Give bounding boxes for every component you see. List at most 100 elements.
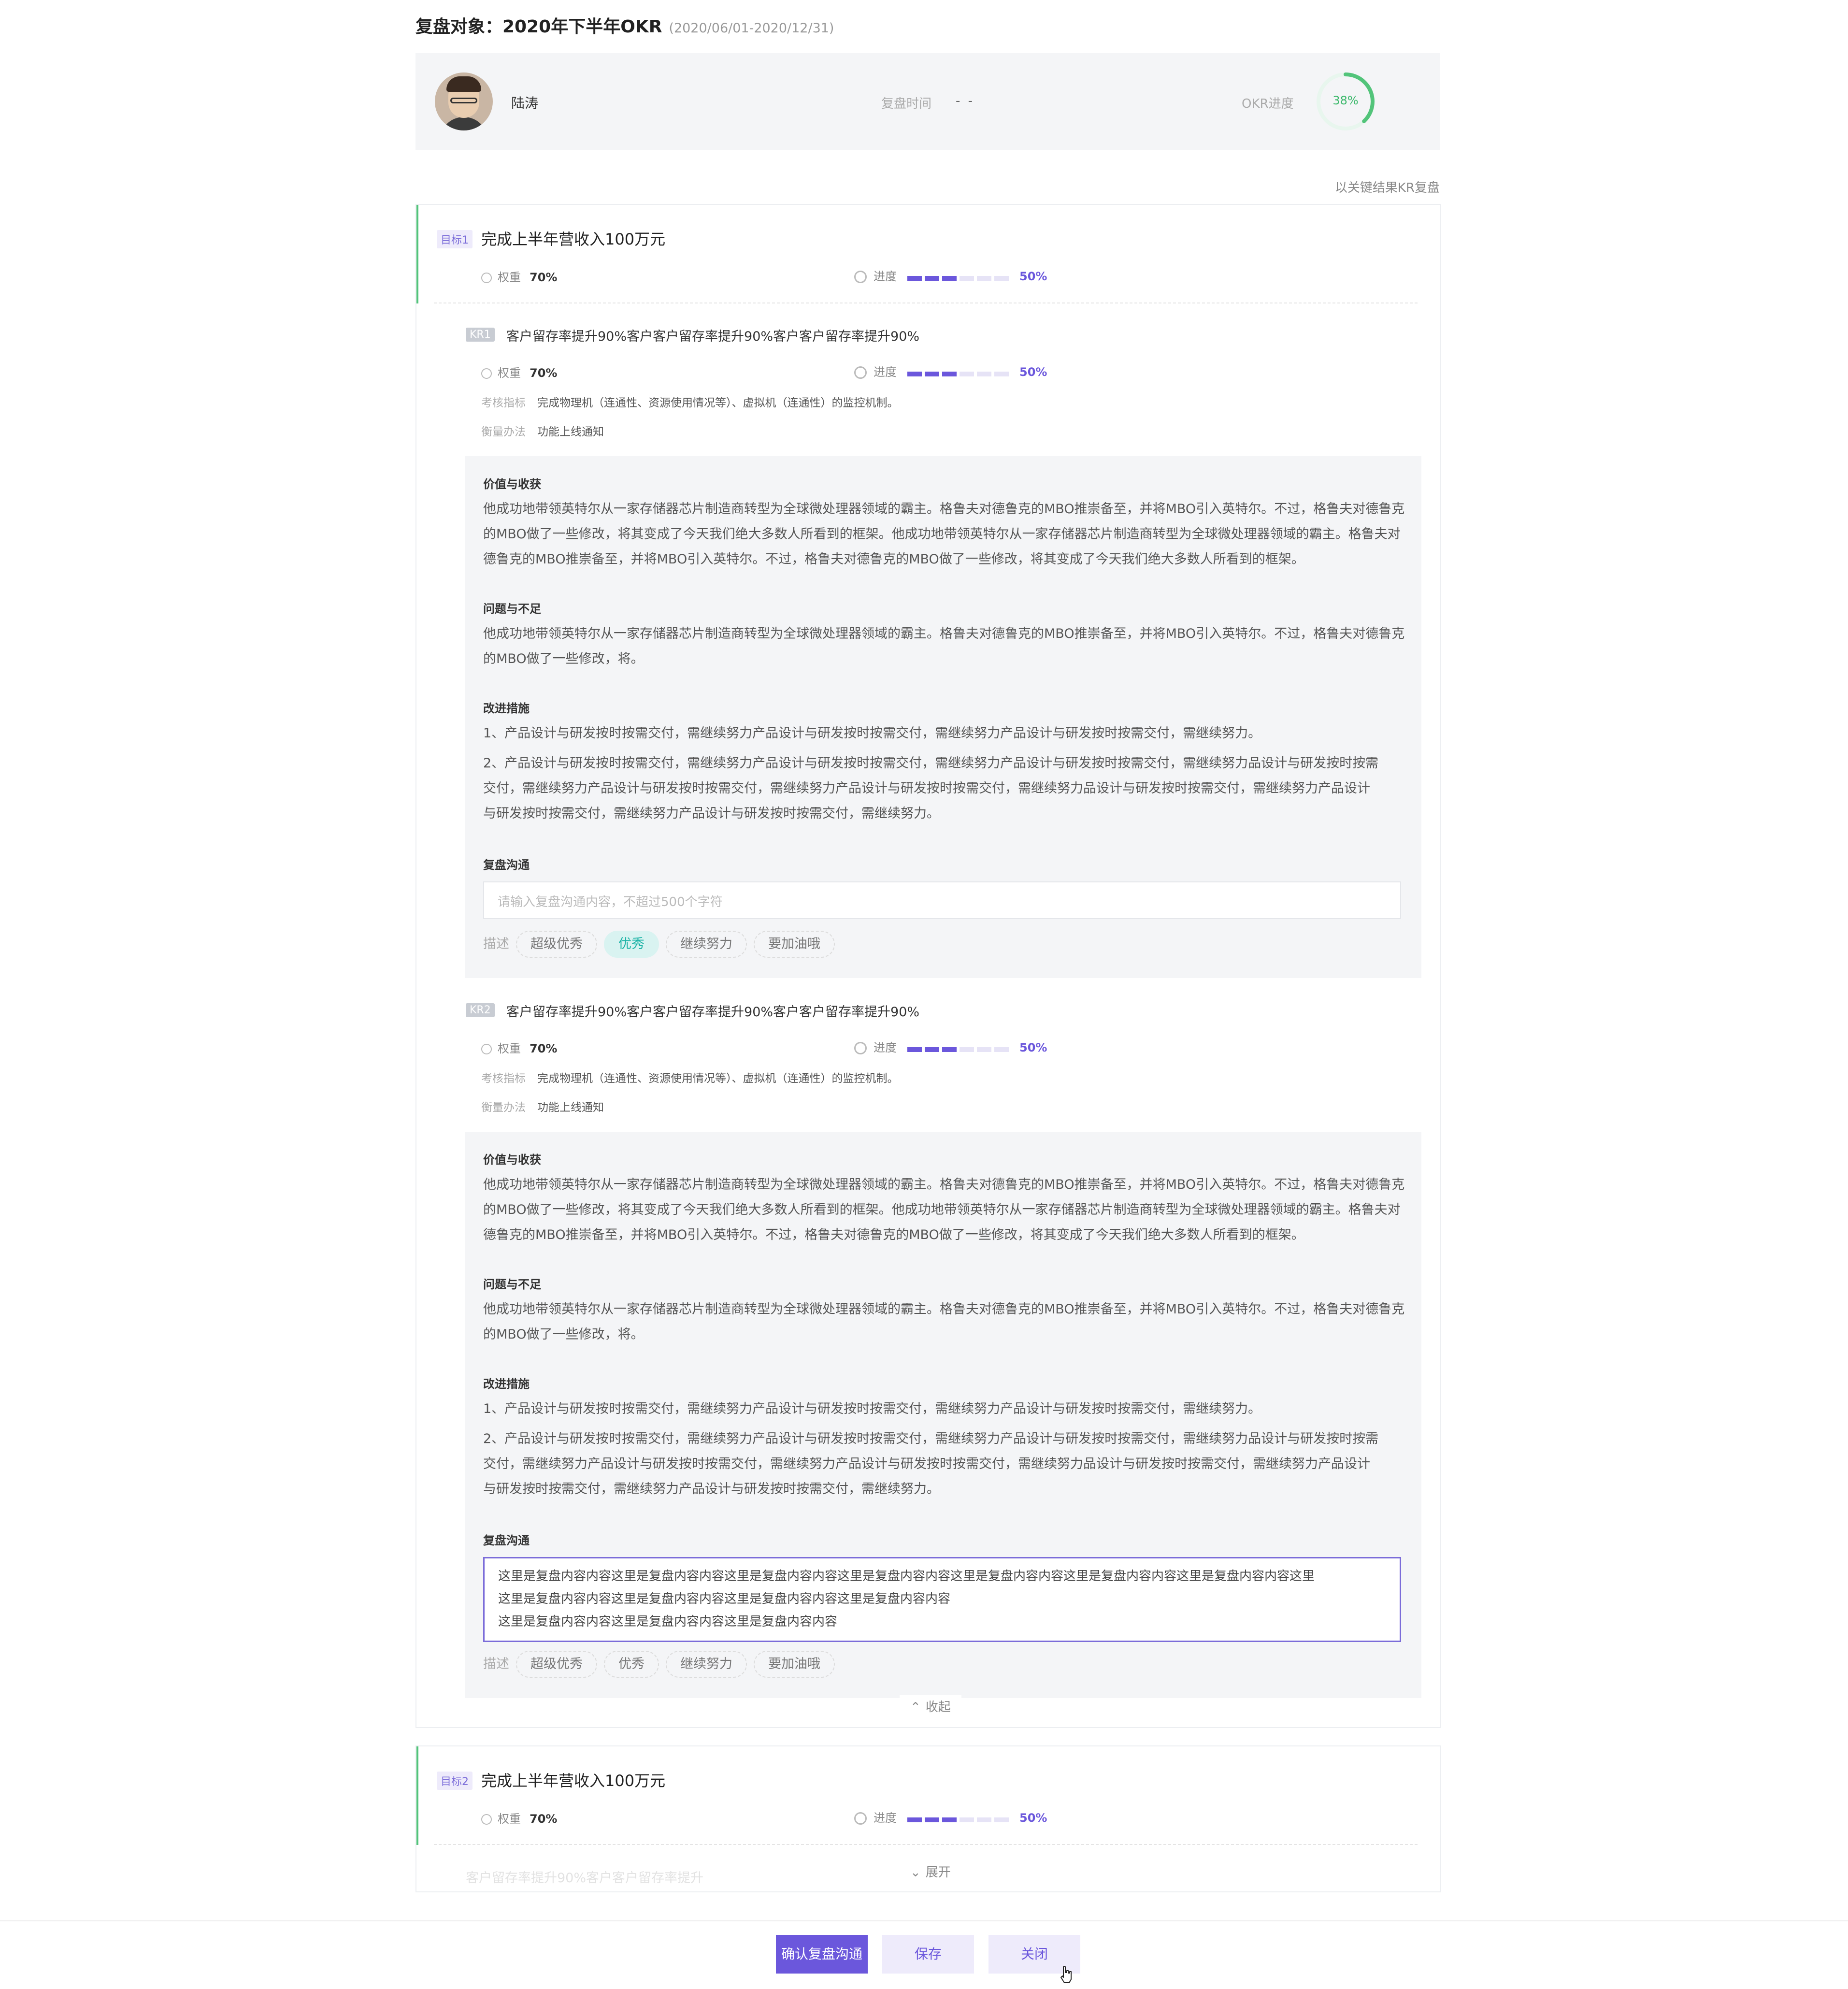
okr-progress-label: OKR进度 [1242,97,1294,111]
okr-progress-value: 38% [1332,94,1359,107]
progress-circle-icon [854,271,867,283]
save-button[interactable]: 保存 [882,1935,974,1974]
kr-weight: 权重 70% [481,1039,557,1056]
objective-accent-bar [416,1746,418,1845]
problem-text: 他成功地带领英特尔从一家存储器芯片制造商转型为全球微处理器领域的霸主。格鲁夫对德… [483,1302,1405,1342]
pie-chart-icon [481,273,492,283]
rating-chip[interactable]: 继续努力 [666,931,747,958]
objective-progress: 进度 50% [854,267,1047,284]
objective-title: 完成上半年营收入100万元 [481,1772,666,1790]
review-time-value: - - [956,94,975,108]
progress-segment [960,1047,974,1052]
user-name: 陆涛 [511,95,539,111]
objective-weight: 权重 70% [481,268,557,285]
progress-segment [994,276,1009,281]
kr-method: 衡量办法 功能上线通知 [481,1101,604,1114]
rating-chip[interactable]: 优秀 [604,1651,659,1678]
review-by-kr-link[interactable]: 以关键结果KR复盘 [1335,178,1440,196]
kr-title: 客户留存率提升90%客户客户留存率提升90%客户客户留存率提升90% [506,1005,920,1020]
kr-indicator: 考核指标 完成物理机（连通性、资源使用情况等）、虚拟机（连通性）的监控机制。 [481,397,899,409]
pie-chart-icon [481,1814,492,1825]
progress-segment [994,1047,1009,1052]
rating-label: 描述 [483,1657,509,1672]
page-title-text: 复盘对象：2020年下半年OKR [415,17,662,37]
progress-segment [925,1047,939,1052]
kr-review-panel: 价值与收获 他成功地带领英特尔从一家存储器芯片制造商转型为全球微处理器领域的霸主… [465,456,1421,978]
rating-row: 描述 超级优秀 优秀 继续努力 要加油哦 [483,1651,835,1678]
collapse-button[interactable]: ⌃ 收起 [900,1695,961,1717]
kr-tag: KR2 [466,1003,495,1017]
progress-segment [925,1817,939,1822]
progress-bar [907,366,1012,379]
progress-circle-icon [854,1042,867,1054]
progress-segment [942,1047,957,1052]
faded-kr-title: 客户留存率提升90%客户客户留存率提升 [466,1871,704,1886]
value-text: 他成功地带领英特尔从一家存储器芯片制造商转型为全球微处理器领域的霸主。格鲁夫对德… [483,1177,1405,1242]
kr-review-panel: 价值与收获 他成功地带领英特尔从一家存储器芯片制造商转型为全球微处理器领域的霸主… [465,1132,1421,1698]
progress-segment [977,276,991,281]
progress-segment [977,372,991,376]
rating-row: 描述 超级优秀 优秀 继续努力 要加油哦 [483,931,835,958]
progress-circle-icon [854,366,867,379]
objective-title: 完成上半年营收入100万元 [481,230,666,248]
section-heading: 复盘沟通 [483,858,530,872]
divider [434,1844,1418,1845]
progress-segment [960,276,974,281]
progress-segment [942,372,957,376]
improve-item: 1、产品设计与研发按时按需交付，需继续努力产品设计与研发按时按需交付，需继续努力… [483,1401,1261,1416]
section-heading: 价值与收获 [483,1153,541,1167]
objective-weight: 权重 70% [481,1809,557,1826]
rating-chip[interactable]: 超级优秀 [516,931,597,958]
section-heading: 复盘沟通 [483,1534,530,1547]
kr-method: 衡量办法 功能上线通知 [481,426,604,438]
objective-card-1: 目标1 完成上半年营收入100万元 权重 70% 进度 50% KR1 客户留存率提… [415,204,1441,1728]
rating-chip[interactable]: 继续努力 [666,1651,747,1678]
progress-bar [907,270,1012,284]
objective-card-2: 目标2 完成上半年营收入100万元 权重 70% 进度 50% 客户留存率提升90%… [415,1745,1441,1892]
progress-segment [907,1047,922,1052]
rating-chip[interactable]: 要加油哦 [754,1651,835,1678]
user-summary-bar: 陆涛 复盘时间 - - OKR进度 38% [415,53,1440,150]
progress-segment [942,1817,957,1822]
rating-chip[interactable]: 要加油哦 [754,931,835,958]
progress-segment [925,276,939,281]
objective-accent-bar [416,205,418,303]
problem-text: 他成功地带领英特尔从一家存储器芯片制造商转型为全球微处理器领域的霸主。格鲁夫对德… [483,626,1405,666]
progress-segment [907,1817,922,1822]
progress-circle-icon [854,1812,867,1825]
improve-item: 2、产品设计与研发按时按需交付，需继续努力产品设计与研发按时按需交付，需继续努力… [483,1431,1379,1497]
chevron-down-icon: ⌄ [910,1865,921,1880]
value-text: 他成功地带领英特尔从一家存储器芯片制造商转型为全球微处理器领域的霸主。格鲁夫对德… [483,502,1405,567]
avatar[interactable] [435,72,493,130]
pie-chart-icon [481,368,492,379]
confirm-review-button[interactable]: 确认复盘沟通 [776,1935,868,1974]
progress-segment [977,1817,991,1822]
section-heading: 价值与收获 [483,477,541,491]
review-comm-textarea[interactable]: 这里是复盘内容内容这里是复盘内容内容这里是复盘内容内容这里是复盘内容内容这里是复… [483,1557,1401,1642]
improve-item: 1、产品设计与研发按时按需交付，需继续努力产品设计与研发按时按需交付，需继续努力… [483,726,1261,741]
objective-tag: 目标1 [437,230,473,248]
progress-segment [994,1817,1009,1822]
rating-label: 描述 [483,937,509,951]
expand-button[interactable]: ⌄ 展开 [900,1860,961,1882]
objective-progress: 进度 50% [854,1808,1047,1825]
page-title: 复盘对象：2020年下半年OKR (2020/06/01-2020/12/31) [415,13,834,38]
improve-item: 2、产品设计与研发按时按需交付，需继续努力产品设计与研发按时按需交付，需继续努力… [483,756,1379,821]
section-heading: 问题与不足 [483,1278,541,1291]
progress-segment [942,276,957,281]
review-comm-input[interactable]: 请输入复盘沟通内容，不超过500个字符 [483,881,1401,919]
progress-segment [977,1047,991,1052]
section-heading: 改进措施 [483,702,530,715]
section-heading: 改进措施 [483,1377,530,1391]
progress-bar [907,1812,1012,1825]
kr-tag: KR1 [466,328,495,342]
progress-segment [925,372,939,376]
kr-progress: 进度 50% [854,362,1047,379]
kr-progress: 进度 50% [854,1038,1047,1055]
section-heading: 问题与不足 [483,602,541,616]
rating-chip-selected[interactable]: 优秀 [604,931,659,958]
rating-chip[interactable]: 超级优秀 [516,1651,597,1678]
kr-title: 客户留存率提升90%客户客户留存率提升90%客户客户留存率提升90% [506,329,920,344]
review-time-label: 复盘时间 [881,97,932,111]
kr-indicator: 考核指标 完成物理机（连通性、资源使用情况等）、虚拟机（连通性）的监控机制。 [481,1072,899,1085]
